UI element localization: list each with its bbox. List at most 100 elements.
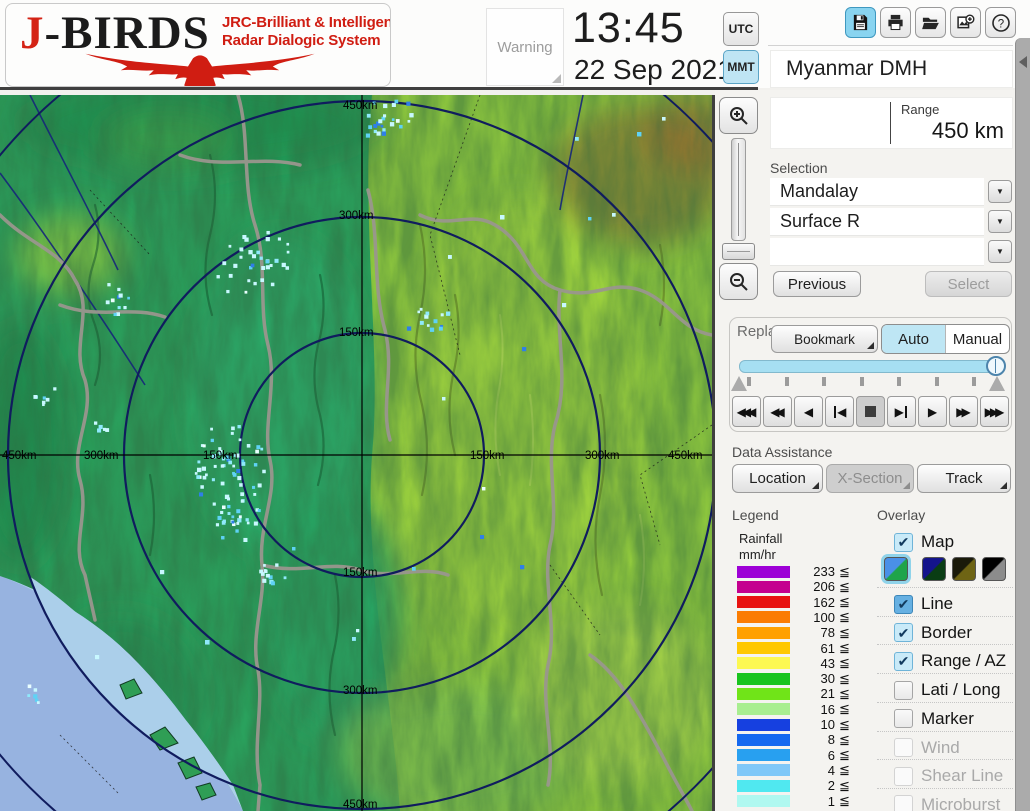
x-section-button[interactable]: X-Section	[826, 464, 914, 493]
site-dropdown[interactable]: Mandalay	[770, 178, 984, 206]
manual-button[interactable]: Manual	[945, 325, 1009, 353]
less-equal-symbol: ≦	[839, 777, 850, 793]
less-equal-symbol: ≦	[839, 609, 850, 625]
mmt-button[interactable]: MMT	[723, 50, 759, 84]
fast-forward-2-button[interactable]: ▶▶	[949, 396, 978, 427]
skip-back-button[interactable]: ◀	[825, 396, 854, 427]
header-bar: J-BIRDS JRC-Brilliant & Intelligent Rada…	[0, 0, 1030, 90]
radar-map[interactable]: 450km 300km 150km 150km 300km 450km 450km 300km…	[0, 95, 712, 811]
station-name: Myanmar DMH	[786, 57, 928, 80]
checkbox[interactable]: ✔	[894, 594, 913, 614]
legend-value: 43	[820, 655, 835, 671]
auto-button[interactable]: Auto	[882, 325, 945, 353]
skip-forward-button[interactable]: ▶	[887, 396, 916, 427]
legend-value: 21	[820, 686, 835, 702]
legend-swatch	[737, 580, 790, 593]
slider-tick	[747, 377, 751, 386]
rewind-1-button[interactable]: ◀	[794, 396, 823, 427]
print-button[interactable]	[880, 7, 911, 38]
legend-value: 2	[827, 778, 835, 794]
dropdown-arrow-icon[interactable]: ▼	[988, 180, 1012, 203]
less-equal-symbol: ≦	[839, 624, 850, 640]
slider-start-marker[interactable]	[731, 376, 747, 391]
option-dropdown[interactable]	[770, 238, 984, 266]
zoom-out-button[interactable]	[719, 263, 758, 300]
fast-forward-3-button[interactable]: ▶▶▶	[980, 396, 1009, 427]
save-button[interactable]	[845, 7, 876, 38]
legend-swatch	[737, 795, 790, 807]
svg-text:150km: 150km	[470, 450, 505, 462]
legend-entry: 233 ≦	[737, 564, 850, 579]
legend-entry: 1 ≦	[737, 793, 850, 809]
slider-tick	[934, 377, 939, 386]
product-dropdown[interactable]: Surface R	[770, 208, 984, 236]
checkbox-map[interactable]: ✔	[894, 532, 913, 552]
map-style-swatch-3[interactable]	[952, 557, 976, 581]
dropdown-arrow-icon[interactable]: ▼	[988, 240, 1012, 263]
checkbox[interactable]: ✔	[894, 651, 913, 671]
legend-swatch	[737, 779, 790, 792]
legend-value: 78	[820, 625, 835, 641]
legend-entry: 30 ≦	[737, 670, 850, 686]
overlay-item-range-az[interactable]: ✔ Range / AZ	[877, 644, 1013, 673]
overlay-item-wind[interactable]: Wind	[877, 730, 1013, 760]
overlay-item-microburst[interactable]: Microburst	[877, 787, 1013, 811]
zoom-in-button[interactable]	[719, 97, 758, 134]
legend-swatch	[737, 657, 790, 670]
check-icon: ✔	[897, 624, 910, 641]
checkbox[interactable]	[894, 766, 913, 786]
checkbox[interactable]	[894, 738, 913, 757]
track-button[interactable]: Track	[917, 464, 1011, 493]
dropdown-arrow-icon[interactable]: ▼	[988, 210, 1012, 233]
zoom-slider-track[interactable]	[731, 138, 746, 241]
replay-slider-handle[interactable]	[986, 356, 1006, 376]
legend-value: 16	[820, 701, 835, 717]
previous-button[interactable]: Previous	[773, 271, 861, 297]
warning-panel[interactable]: Warning	[486, 8, 564, 86]
location-button[interactable]: Location	[732, 464, 823, 493]
map-style-swatch-1[interactable]	[884, 557, 908, 581]
overlay-item-map[interactable]: ✔ Map	[877, 530, 1013, 554]
slider-tick	[859, 377, 864, 386]
divider	[768, 45, 1013, 46]
less-equal-symbol: ≦	[839, 670, 850, 686]
less-equal-symbol: ≦	[839, 747, 850, 763]
overlay-item-lati-long[interactable]: Lati / Long	[877, 673, 1013, 702]
overlay-item-border[interactable]: ✔ Border	[877, 615, 1013, 645]
collapse-panel-icon[interactable]	[1019, 56, 1027, 68]
app-logo: J-BIRDS JRC-Brilliant & Intelligent Rada…	[5, 3, 391, 87]
bookmark-button[interactable]: Bookmark	[771, 325, 878, 353]
legend-swatch	[737, 687, 790, 700]
add-image-button[interactable]	[950, 7, 981, 38]
less-equal-symbol: ≦	[839, 655, 850, 671]
map-style-swatch-4[interactable]	[982, 557, 1006, 581]
overlay-item-line[interactable]: ✔ Line	[877, 587, 1013, 616]
overlay-item-marker[interactable]: Marker	[877, 701, 1013, 731]
legend-title: Rainfall	[739, 531, 783, 546]
checkbox[interactable]	[894, 795, 913, 811]
help-button[interactable]: ?	[985, 7, 1016, 38]
open-folder-button[interactable]	[915, 7, 946, 38]
warning-label: Warning	[497, 39, 553, 56]
selection-label: Selection	[770, 160, 828, 176]
play-button[interactable]: ▶	[918, 396, 947, 427]
legend-value: 206	[813, 579, 835, 595]
legend-entry: 2 ≦	[737, 777, 850, 794]
checkbox[interactable]: ✔	[894, 623, 913, 643]
svg-text:450km: 450km	[668, 450, 703, 462]
utc-button[interactable]: UTC	[723, 12, 759, 46]
range-value: 450 km	[931, 118, 1004, 143]
select-button[interactable]: Select	[925, 271, 1012, 297]
rewind-2-button[interactable]: ◀◀	[763, 396, 792, 427]
less-equal-symbol: ≦	[839, 594, 850, 610]
overlay-item-shear-line[interactable]: Shear Line	[877, 759, 1013, 788]
rewind-3-button[interactable]: ◀◀◀	[732, 396, 761, 427]
checkbox[interactable]	[894, 709, 913, 729]
replay-slider-track[interactable]	[739, 360, 997, 373]
slider-end-marker[interactable]	[989, 376, 1005, 391]
checkbox[interactable]	[894, 680, 913, 700]
map-style-swatch-2[interactable]	[922, 557, 946, 581]
panel-edge-strip[interactable]	[1015, 38, 1030, 811]
stop-button[interactable]	[856, 396, 885, 427]
zoom-slider-handle[interactable]	[722, 243, 755, 260]
